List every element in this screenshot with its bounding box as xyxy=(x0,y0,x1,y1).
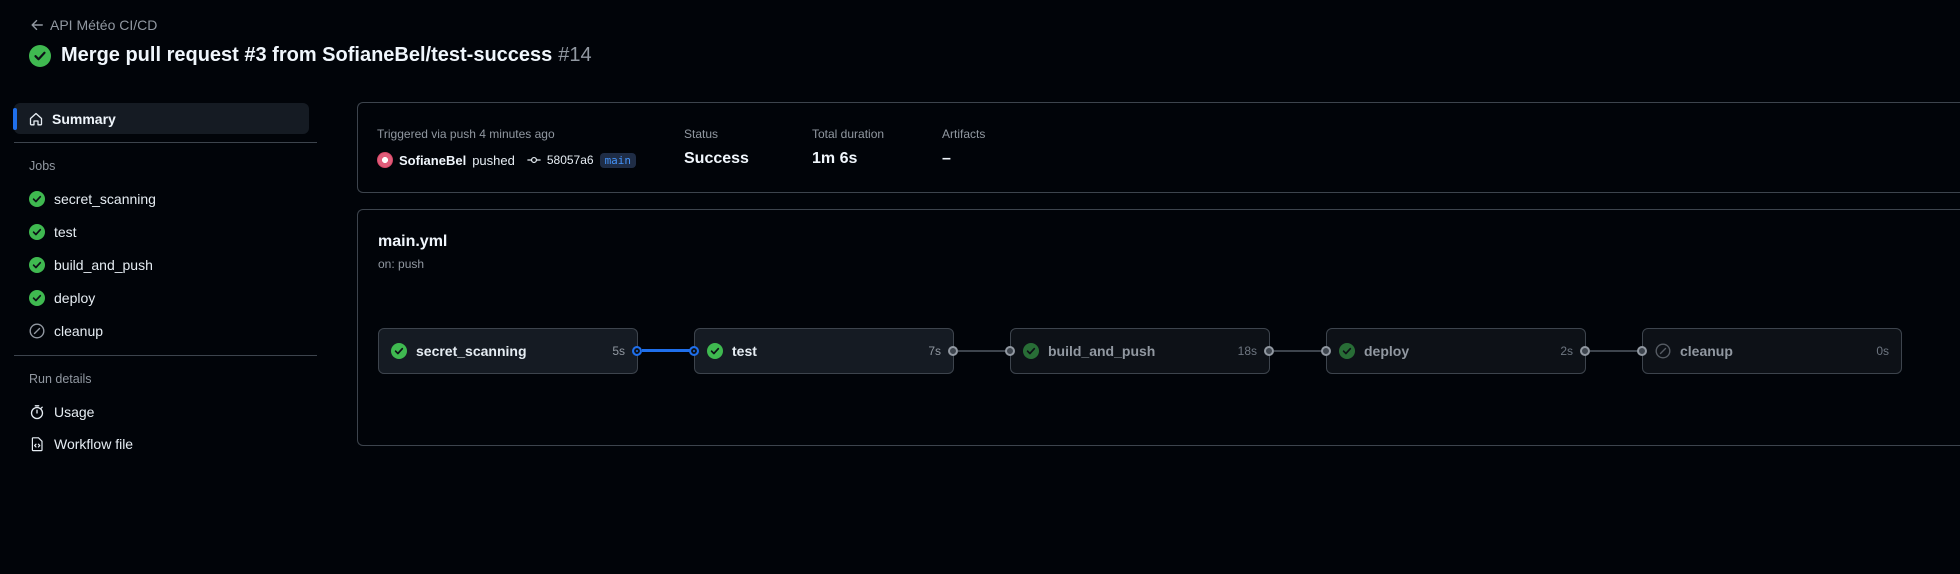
stopwatch-icon xyxy=(30,405,44,420)
sidebar-item-secret-scanning[interactable]: secret_scanning xyxy=(29,191,156,207)
divider xyxy=(14,355,317,356)
connector-dot xyxy=(1264,346,1274,356)
run-details-heading: Run details xyxy=(29,372,92,386)
sidebar-item-label: cleanup xyxy=(54,323,104,339)
success-check-icon xyxy=(1339,343,1355,359)
file-code-icon xyxy=(31,437,43,452)
jobs-heading: Jobs xyxy=(29,159,56,173)
job-node-deploy[interactable]: deploy 2s xyxy=(1326,328,1586,374)
run-title: Merge pull request #3 from SofianeBel/te… xyxy=(61,44,592,66)
connector-dot xyxy=(1637,346,1647,356)
home-icon xyxy=(29,112,43,125)
sidebar-item-summary[interactable]: Summary xyxy=(13,103,309,134)
success-check-icon xyxy=(707,343,723,359)
skipped-icon xyxy=(29,323,45,339)
success-check-icon xyxy=(29,191,45,207)
workflow-file-name[interactable]: main.yml xyxy=(378,233,447,251)
sidebar-item-label: secret_scanning xyxy=(54,191,156,207)
connector-dot xyxy=(1580,346,1590,356)
sidebar-item-build-and-push[interactable]: build_and_push xyxy=(29,257,153,273)
connector-dot xyxy=(948,346,958,356)
workflow-trigger: on: push xyxy=(378,257,425,271)
sidebar-item-usage[interactable]: Usage xyxy=(29,404,94,420)
connector-dot xyxy=(632,346,642,356)
sidebar-item-label: Summary xyxy=(52,110,116,127)
success-check-icon xyxy=(29,44,51,67)
success-check-icon xyxy=(29,257,45,273)
status-label: Status xyxy=(684,127,719,141)
job-name: cleanup xyxy=(1680,343,1733,359)
run-summary-card xyxy=(357,102,1960,193)
connector-dot xyxy=(689,346,699,356)
job-duration: 18s xyxy=(1237,344,1257,358)
sidebar-item-test[interactable]: test xyxy=(29,224,77,240)
job-node-secret-scanning[interactable]: secret_scanning 5s xyxy=(378,328,638,374)
job-duration: 7s xyxy=(928,344,941,358)
job-node-cleanup[interactable]: cleanup 0s xyxy=(1642,328,1902,374)
job-name: build_and_push xyxy=(1048,343,1156,359)
artifacts-value: – xyxy=(942,150,951,167)
connector-dot xyxy=(1005,346,1015,356)
job-connector xyxy=(958,350,1010,352)
connector-dot xyxy=(1321,346,1331,356)
action-text: pushed xyxy=(472,152,515,168)
user-link[interactable]: SofianeBel xyxy=(399,153,466,168)
back-link[interactable]: API Météo CI/CD xyxy=(30,17,157,33)
sidebar-item-deploy[interactable]: deploy xyxy=(29,290,95,306)
status-value: Success xyxy=(684,150,749,167)
sidebar-item-label: Workflow file xyxy=(54,436,134,452)
branch-badge[interactable]: main xyxy=(599,152,637,168)
success-check-icon xyxy=(391,343,407,359)
job-node-test[interactable]: test 7s xyxy=(694,328,954,374)
sidebar-item-label: deploy xyxy=(54,290,96,306)
job-node-build-and-push[interactable]: build_and_push 18s xyxy=(1010,328,1270,374)
success-check-icon xyxy=(1023,343,1039,359)
job-duration: 0s xyxy=(1876,344,1889,358)
divider xyxy=(14,142,317,143)
commit-sha-link[interactable]: 58057a6 xyxy=(547,153,594,167)
trigger-details: SofianeBel pushed 58057a6 main xyxy=(377,152,637,168)
avatar[interactable] xyxy=(377,152,393,168)
sidebar-item-label: test xyxy=(54,224,77,240)
success-check-icon xyxy=(29,290,45,306)
skipped-icon xyxy=(1655,343,1671,359)
duration-value: 1m 6s xyxy=(812,150,858,167)
run-number: #14 xyxy=(558,44,592,66)
sidebar-item-workflow-file[interactable]: Workflow file xyxy=(29,436,133,452)
success-check-icon xyxy=(29,224,45,240)
job-name: secret_scanning xyxy=(416,343,527,359)
job-name: test xyxy=(732,343,757,359)
trigger-text: Triggered via push 4 minutes ago xyxy=(377,127,555,141)
sidebar-item-label: Usage xyxy=(54,404,95,420)
arrow-left-icon xyxy=(31,19,43,31)
job-connector xyxy=(642,349,694,352)
artifacts-label: Artifacts xyxy=(942,127,986,141)
git-commit-icon xyxy=(527,156,541,164)
job-duration: 5s xyxy=(612,344,625,358)
duration-label: Total duration xyxy=(812,127,885,141)
job-name: deploy xyxy=(1364,343,1410,359)
sidebar-item-label: build_and_push xyxy=(54,257,153,273)
job-connector xyxy=(1590,350,1642,352)
page-title: Merge pull request #3 from SofianeBel/te… xyxy=(29,44,592,67)
back-link-label: API Météo CI/CD xyxy=(50,17,158,33)
active-indicator xyxy=(13,108,17,130)
job-connector xyxy=(1274,350,1326,352)
job-duration: 2s xyxy=(1560,344,1573,358)
sidebar-item-cleanup[interactable]: cleanup xyxy=(29,323,103,339)
